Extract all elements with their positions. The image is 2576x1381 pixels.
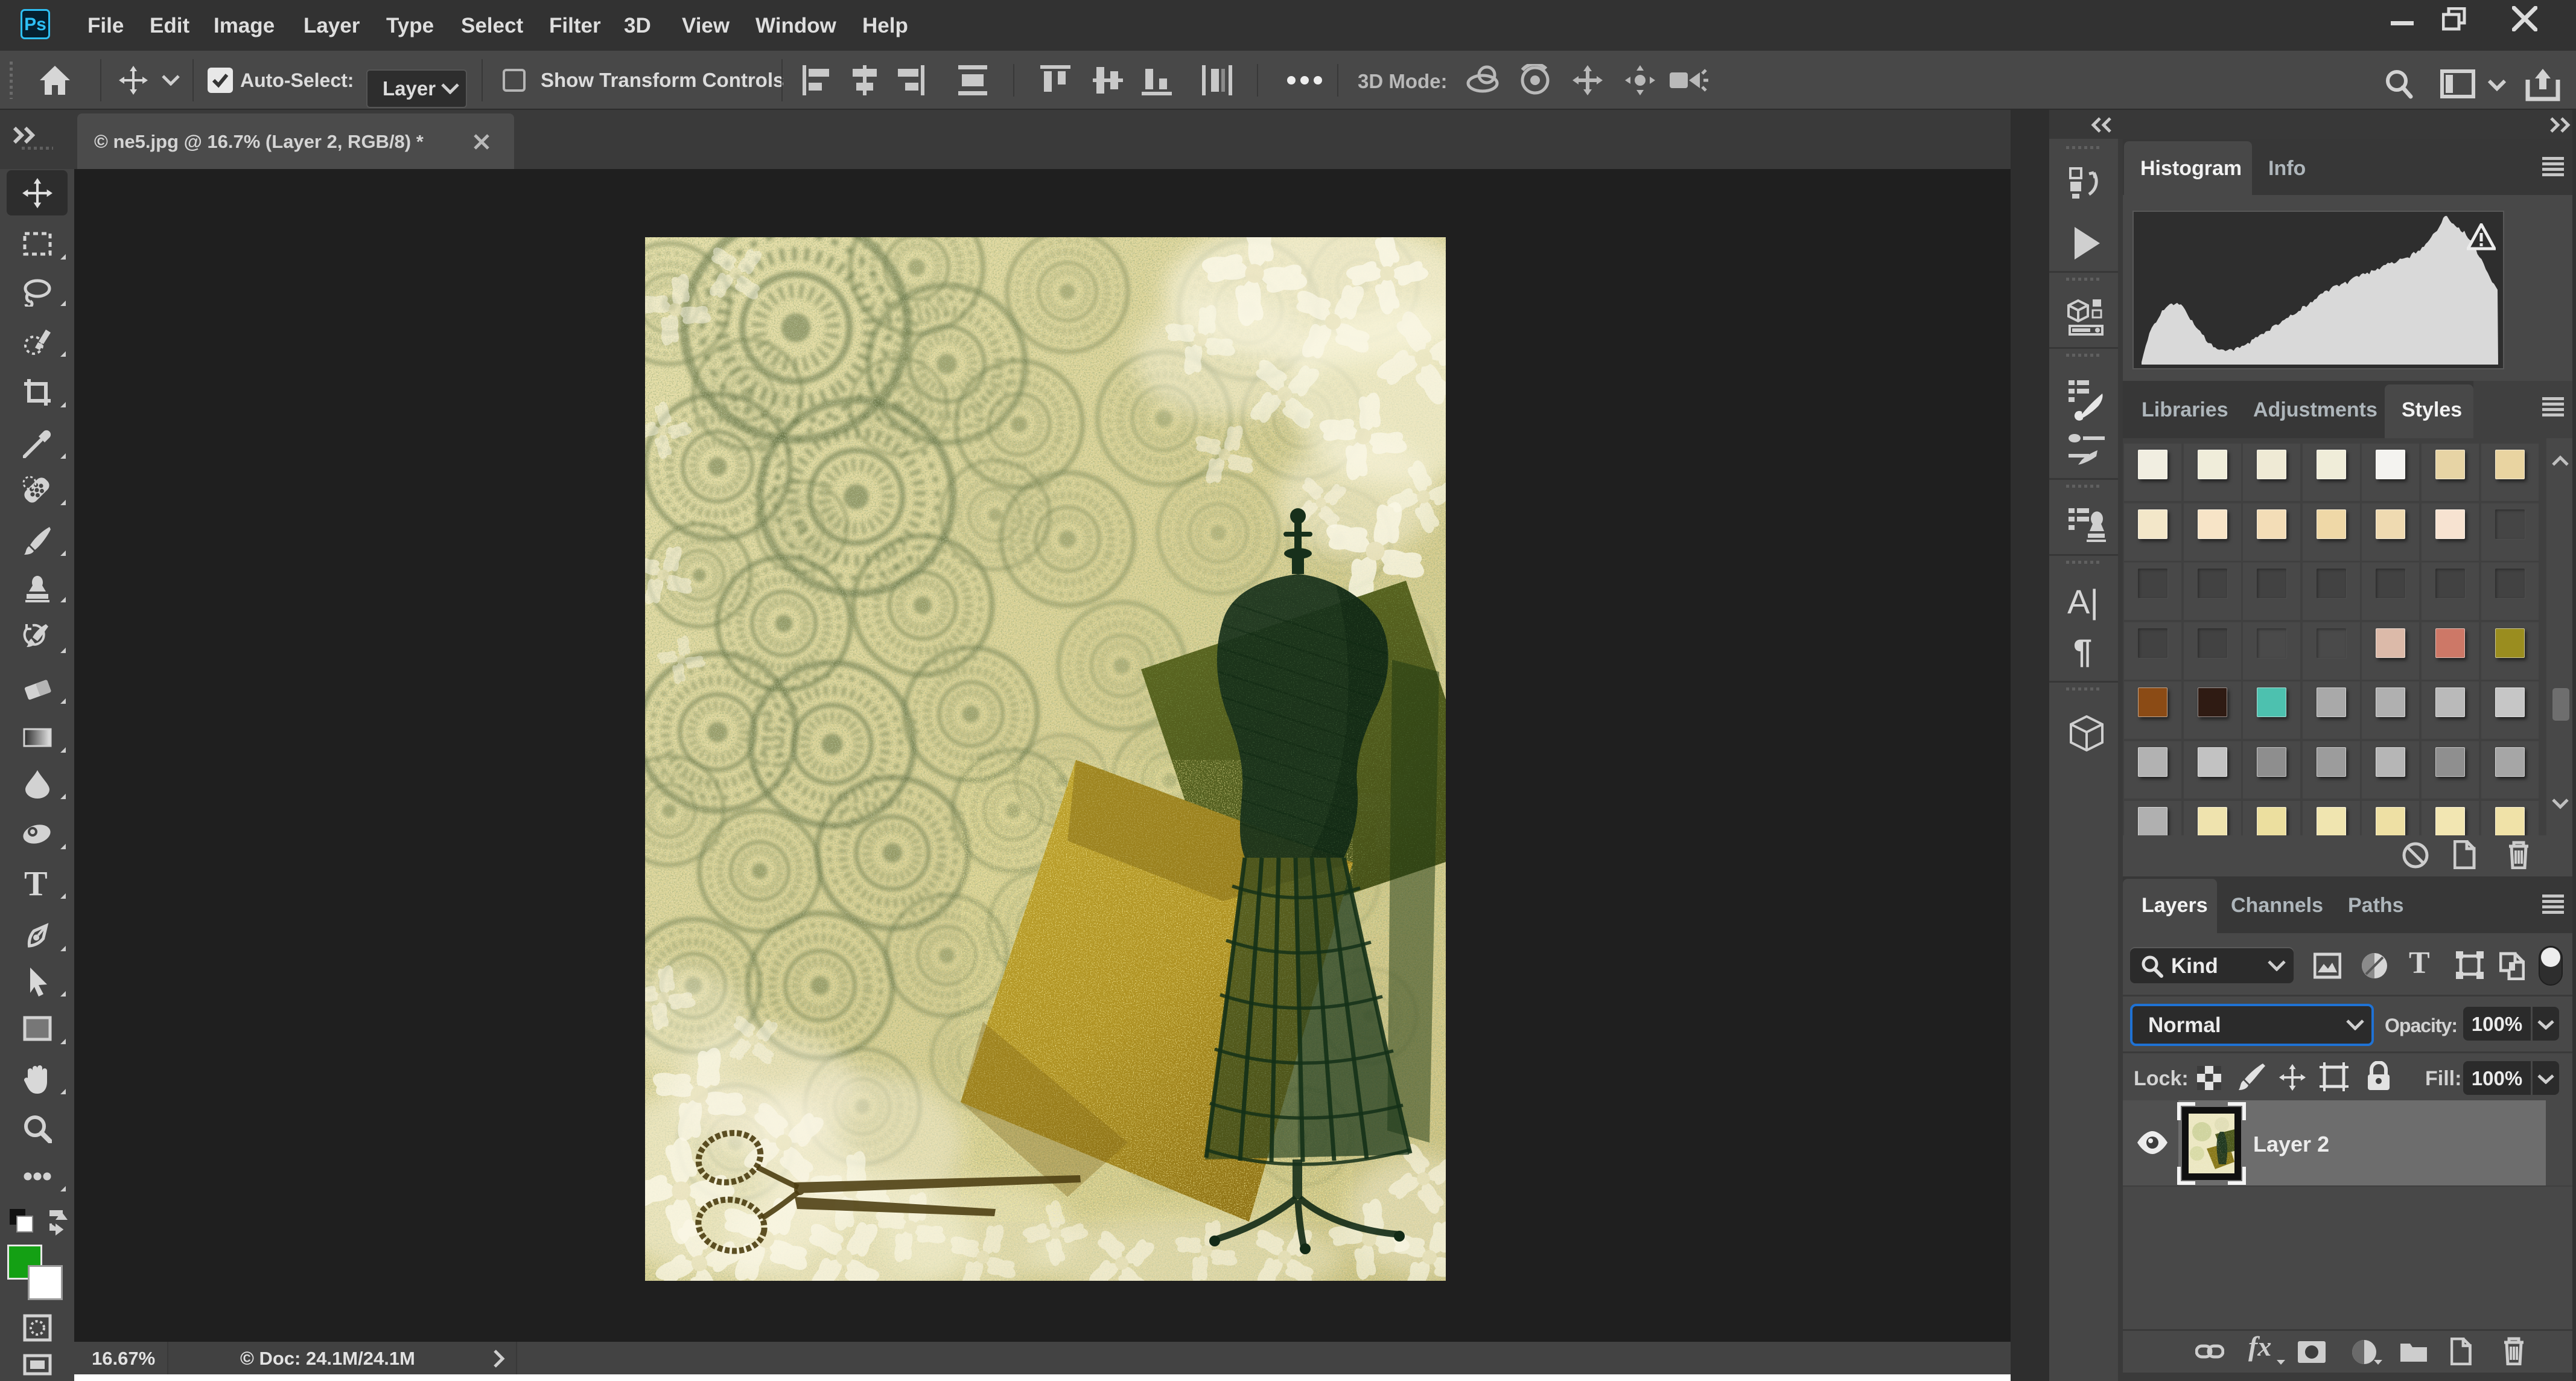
svg-text:3D Mode:: 3D Mode: <box>1358 70 1448 92</box>
